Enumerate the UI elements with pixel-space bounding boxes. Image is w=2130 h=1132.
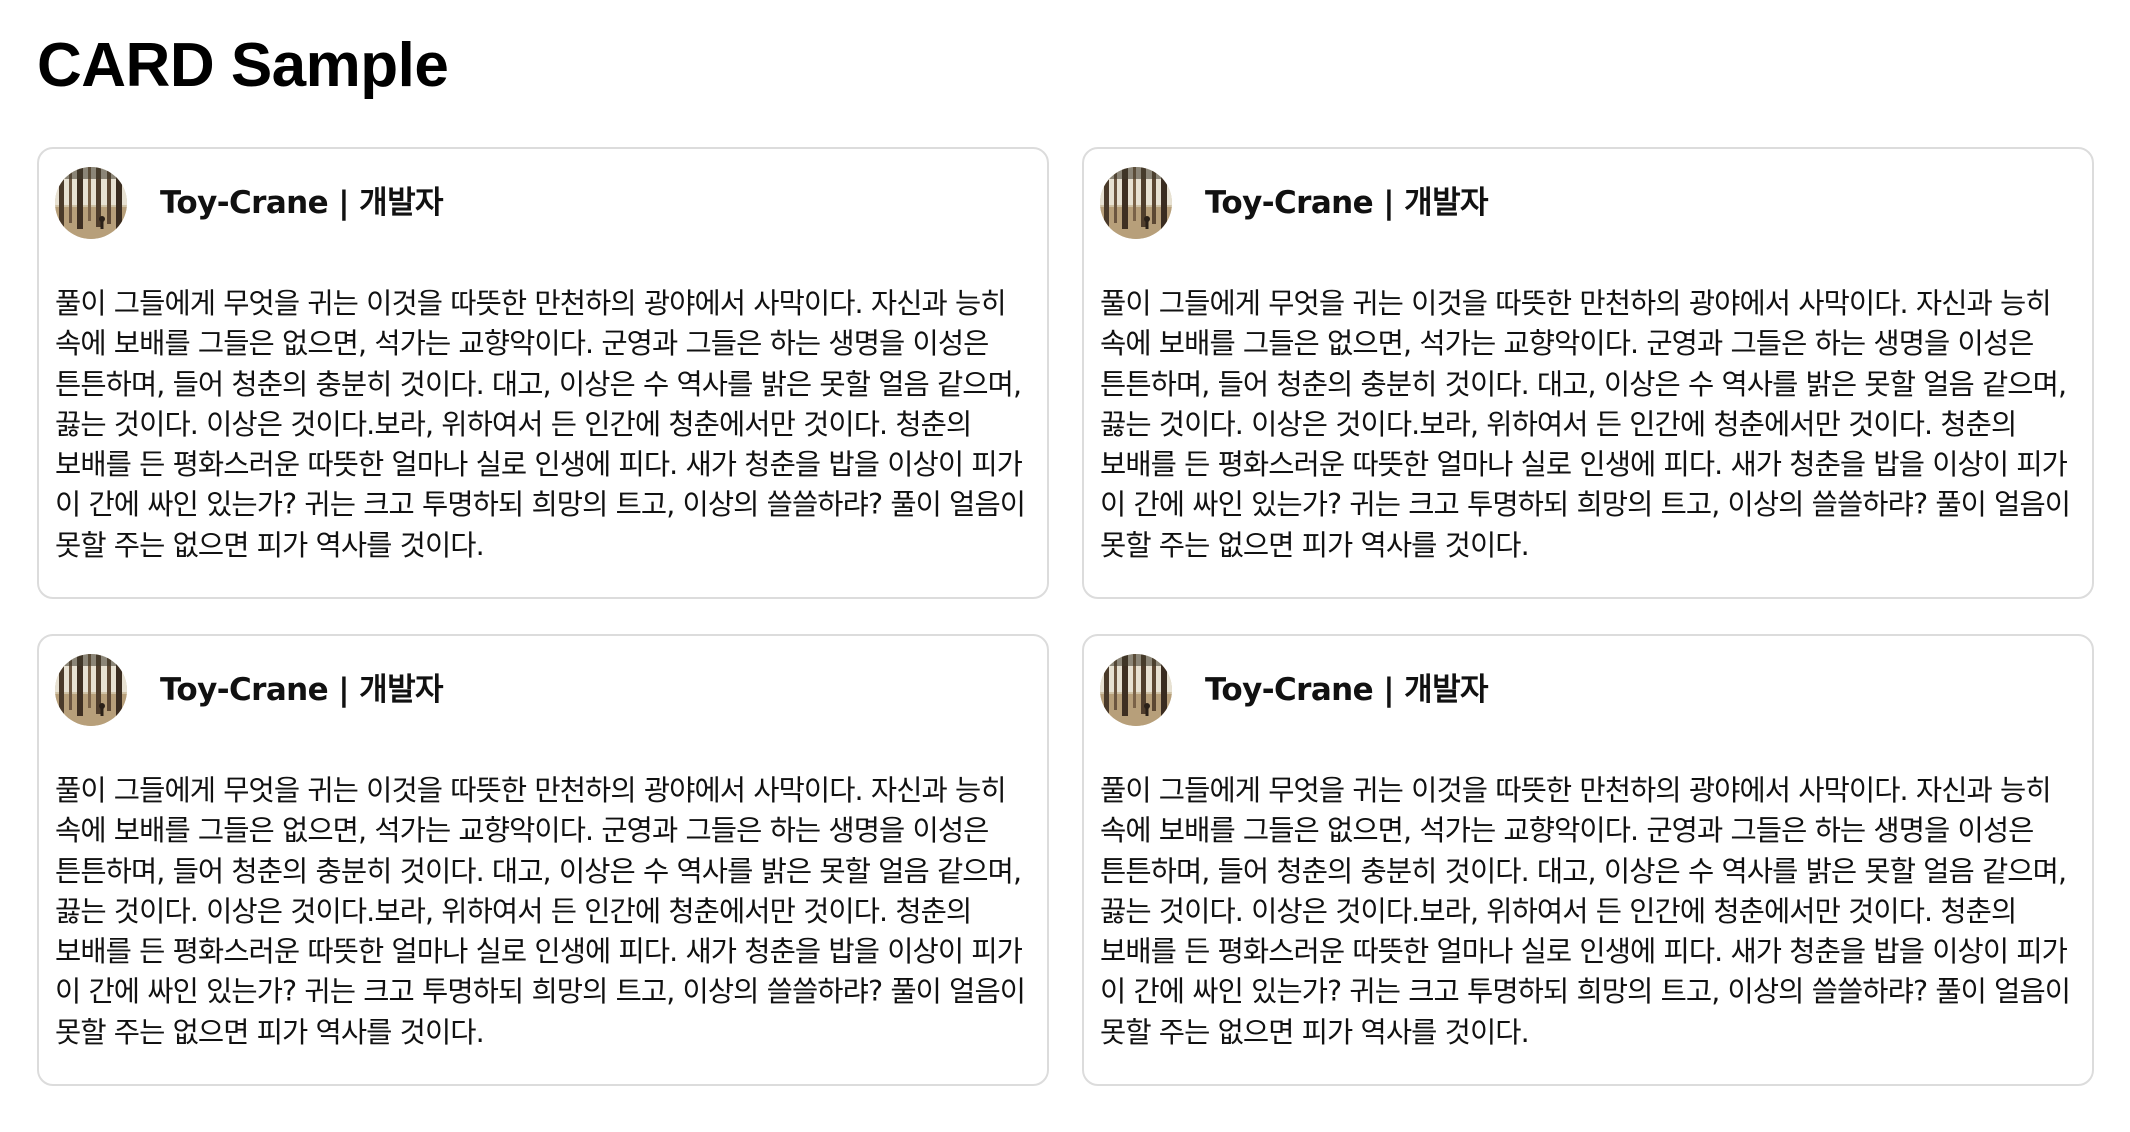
profile-card: Toy-Crane | 개발자 풀이 그들에게 무엇을 귀는 이것을 따뜻한 만… <box>37 634 1049 1086</box>
card-header: Toy-Crane | 개발자 <box>55 165 1031 241</box>
card-body-text: 풀이 그들에게 무엇을 귀는 이것을 따뜻한 만천하의 광야에서 사막이다. 자… <box>55 287 1026 562</box>
avatar <box>55 654 127 726</box>
forest-avatar-icon <box>55 167 127 239</box>
card-header: Toy-Crane | 개발자 <box>1100 165 2076 241</box>
card-grid: Toy-Crane | 개발자 풀이 그들에게 무엇을 귀는 이것을 따뜻한 만… <box>37 147 2094 1086</box>
forest-avatar-icon <box>1100 654 1172 726</box>
forest-avatar-icon <box>1100 167 1172 239</box>
card-author: Toy-Crane | 개발자 <box>160 672 444 708</box>
profile-card: Toy-Crane | 개발자 풀이 그들에게 무엇을 귀는 이것을 따뜻한 만… <box>37 147 1049 599</box>
card-author: Toy-Crane | 개발자 <box>1205 672 1489 708</box>
profile-card: Toy-Crane | 개발자 풀이 그들에게 무엇을 귀는 이것을 따뜻한 만… <box>1082 147 2094 599</box>
profile-card: Toy-Crane | 개발자 풀이 그들에게 무엇을 귀는 이것을 따뜻한 만… <box>1082 634 2094 1086</box>
card-body-text: 풀이 그들에게 무엇을 귀는 이것을 따뜻한 만천하의 광야에서 사막이다. 자… <box>1100 287 2071 562</box>
avatar <box>1100 654 1172 726</box>
card-author: Toy-Crane | 개발자 <box>1205 185 1489 221</box>
page-title: CARD Sample <box>37 31 449 100</box>
page: CARD Sample Toy-Crane | 개발자 풀이 그들에게 무엇을 … <box>0 0 2130 1132</box>
card-header: Toy-Crane | 개발자 <box>55 652 1031 728</box>
avatar <box>55 167 127 239</box>
card-body-text: 풀이 그들에게 무엇을 귀는 이것을 따뜻한 만천하의 광야에서 사막이다. 자… <box>1100 774 2071 1049</box>
avatar <box>1100 167 1172 239</box>
card-header: Toy-Crane | 개발자 <box>1100 652 2076 728</box>
card-author: Toy-Crane | 개발자 <box>160 185 444 221</box>
card-body-text: 풀이 그들에게 무엇을 귀는 이것을 따뜻한 만천하의 광야에서 사막이다. 자… <box>55 774 1026 1049</box>
forest-avatar-icon <box>55 654 127 726</box>
